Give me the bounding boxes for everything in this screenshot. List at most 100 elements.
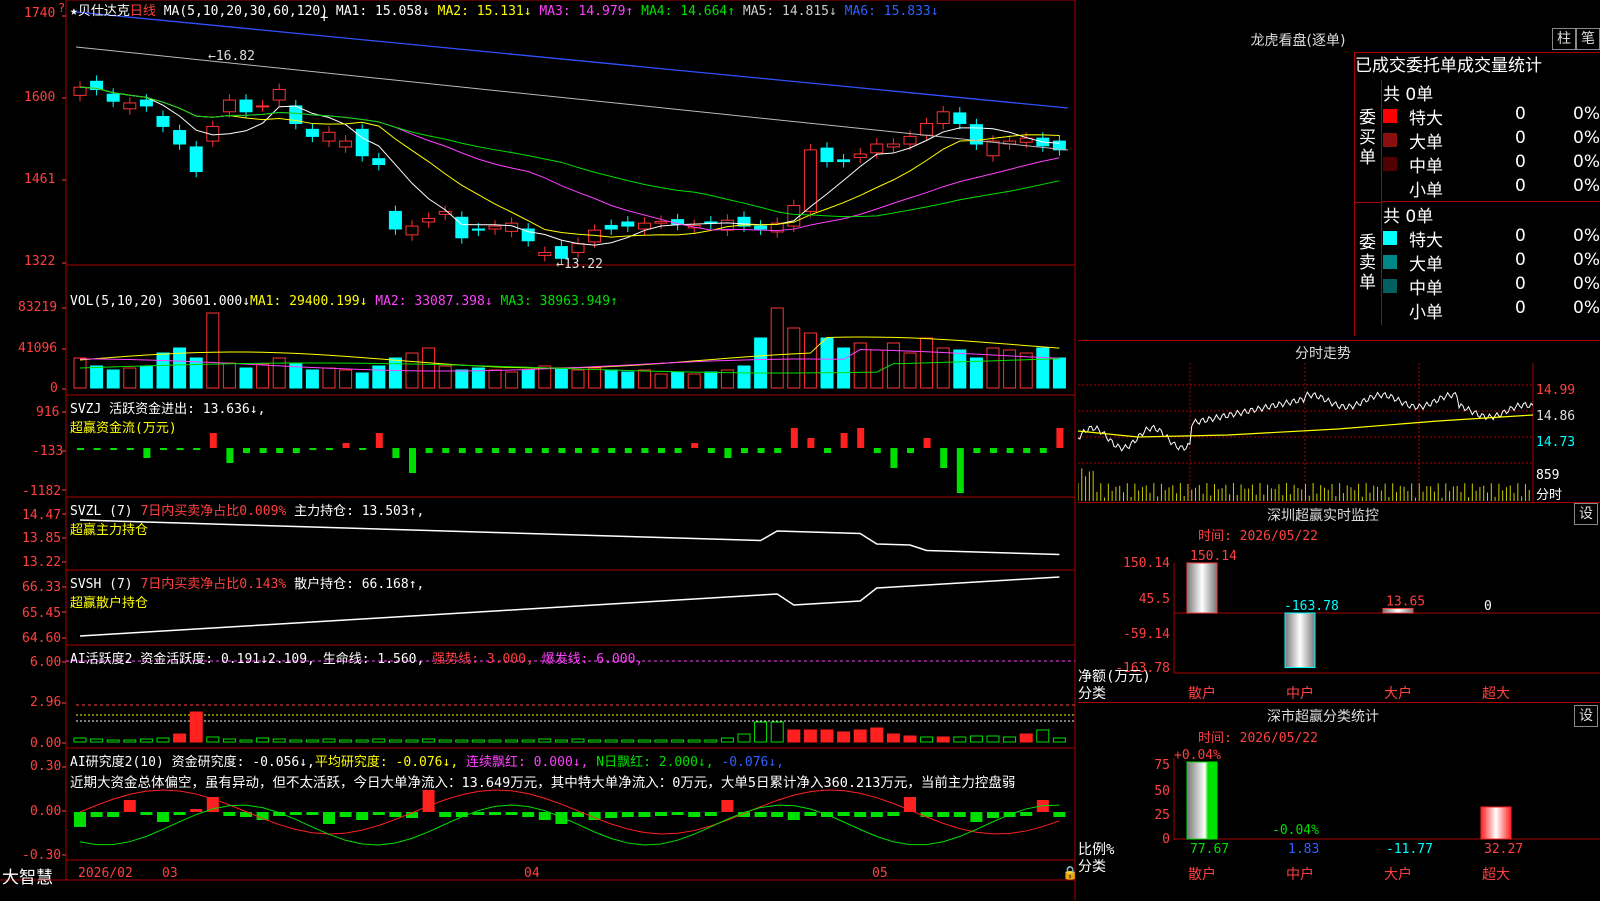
flow-bar: [359, 448, 367, 450]
research-bar: [140, 812, 153, 815]
volume-bar: [388, 357, 402, 389]
volume-bar: [521, 369, 535, 389]
high-price-label: ←16.82: [208, 49, 255, 64]
flow-bar: [160, 448, 167, 450]
intraday-vol-tick: 859: [1536, 468, 1560, 483]
legend-swatch: [1383, 303, 1397, 317]
activity-bar: [156, 737, 170, 743]
period-label[interactable]: 日线: [130, 4, 156, 19]
research-bar: [505, 812, 518, 815]
y-tick: 916: [36, 405, 60, 420]
research-bar: [190, 809, 203, 812]
activity-bar: [1052, 737, 1066, 743]
row-value: 0: [1515, 250, 1526, 270]
dragon-header: 已成交委托单成交量统计: [1354, 52, 1600, 80]
flow-bar: [1006, 448, 1014, 453]
row-name: 中单: [1409, 157, 1443, 177]
flow-bar: [193, 448, 201, 450]
volume-bar: [139, 365, 153, 389]
stock-name[interactable]: 贝仕达克: [78, 4, 130, 19]
bar-value-label: 13.65: [1386, 594, 1425, 609]
candle-body: [837, 159, 851, 163]
research-bar: [306, 812, 319, 815]
flow-bar: [292, 448, 300, 453]
y-tick: 13.85: [22, 531, 62, 546]
flow-bar: [757, 448, 765, 453]
flow-bar: [525, 448, 533, 453]
row-percent: 0%: [1573, 250, 1600, 270]
candle-body: [538, 251, 552, 256]
research-bar: [372, 812, 385, 815]
lock-icon[interactable]: 🔒: [1062, 866, 1078, 881]
activity-bar: [936, 736, 950, 743]
volume-bar: [206, 312, 220, 389]
candle-body: [654, 220, 668, 224]
bar-value-label: 150.14: [1190, 549, 1237, 564]
flow-bar: [375, 433, 383, 448]
buy-side-label: 委买单: [1359, 108, 1376, 168]
candle-body: [173, 130, 187, 145]
candle-body: [189, 146, 203, 173]
category-label: 大户: [1384, 866, 1412, 883]
volume-bar: [604, 369, 618, 389]
research-bar: [538, 812, 551, 820]
y-tick: -133: [32, 444, 64, 459]
research-bar: [953, 812, 966, 817]
flow-bar: [226, 448, 234, 463]
volume-bar: [355, 372, 369, 389]
flow-bar: [990, 448, 997, 453]
svzj-legend: SVZJ 活跃资金进出: 13.636↓, 超赢资金流(万元): [70, 398, 265, 436]
activity-bar: [737, 733, 751, 743]
dragon-table: 委买单 委卖单 共 0单 共 0单 特大 0 0% 大单 0 0% 中单 0 0% 小单 0 0% 特…: [1354, 80, 1600, 336]
candle-body: [73, 86, 87, 96]
candle-body: [936, 111, 950, 125]
activity-bar: [289, 739, 303, 743]
candle-body: [488, 225, 502, 230]
flow-bar: [458, 448, 466, 453]
dragon-row: 特大 0 0%: [1383, 226, 1600, 251]
flow-bar: [724, 448, 732, 458]
activity-bar: [106, 739, 120, 743]
research-bar: [804, 812, 817, 816]
intraday-chart[interactable]: [1078, 363, 1600, 503]
flow-bar: [259, 448, 267, 453]
research-bar: [339, 812, 352, 817]
dragon-row: 大单 0 0%: [1383, 250, 1600, 275]
tick-mode-button[interactable]: 笔: [1576, 28, 1600, 50]
activity-bar: [704, 739, 718, 743]
ai-avg-research: 平均研究度: -0.076↓,: [314, 755, 459, 770]
activity-bar: [787, 729, 801, 743]
volume-bar: [687, 373, 701, 389]
candle-body: [886, 143, 900, 148]
row-percent: 0%: [1573, 176, 1600, 196]
ai-activity-title: AI活跃度2 资金活跃度: 0.191↓: [70, 652, 268, 667]
candle-body: [222, 99, 236, 113]
research-bar: [323, 812, 335, 824]
ai-activity-legend: AI活跃度2 资金活跃度: 0.191↓2.109, 生命线: 1.560, 强…: [70, 648, 643, 667]
activity-bar: [820, 729, 834, 743]
research-bar: [422, 790, 435, 812]
research-bar: [771, 812, 784, 817]
flow-bar: [956, 448, 964, 493]
y-tick: 0.30: [30, 759, 62, 774]
activity-bar: [754, 721, 768, 743]
intraday-panel[interactable]: 分时走势 14.99 14.86 14.73 859 分时: [1078, 340, 1600, 503]
flow-bar: [641, 448, 649, 453]
candle-body: [754, 225, 768, 230]
bar-mode-button[interactable]: 柱: [1552, 28, 1576, 50]
volume-bar: [1052, 357, 1066, 389]
research-bar: [688, 812, 701, 817]
flow-bar: [624, 448, 632, 453]
sell-side-col: 委卖单: [1355, 203, 1382, 325]
research-bar: [555, 812, 568, 824]
legend-swatch: [1383, 157, 1397, 171]
research-bar: [356, 812, 369, 820]
favorite-star-icon[interactable]: ★: [70, 4, 78, 19]
intraday-price-tick: 14.99: [1536, 383, 1576, 398]
volume-bar: [1019, 352, 1033, 389]
research-bar: [522, 812, 535, 817]
activity-bar: [123, 739, 137, 743]
research-bar: [937, 812, 950, 817]
activity-bar: [139, 738, 153, 743]
price-legend: ★贝仕达克日线 MA(5,10,20,30,60,120) MA1: 15.05…: [70, 0, 939, 19]
